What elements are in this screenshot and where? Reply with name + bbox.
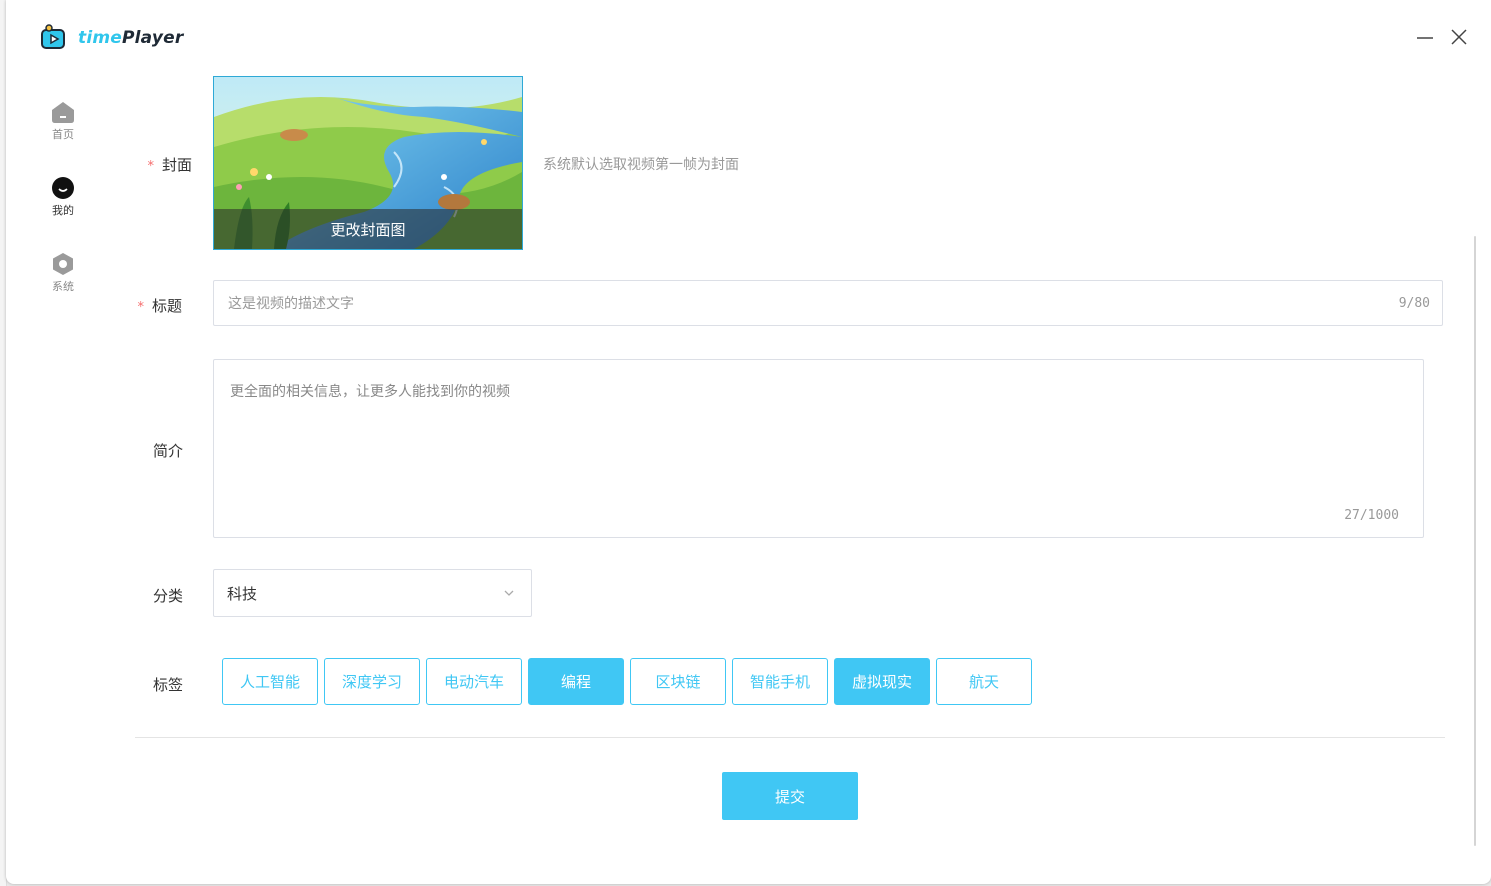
tag-button[interactable]: 区块链 bbox=[630, 658, 726, 705]
sidebar-item-system[interactable]: 系统 bbox=[6, 252, 120, 294]
change-cover-button[interactable]: 更改封面图 bbox=[214, 209, 522, 249]
scrollbar[interactable] bbox=[1474, 236, 1476, 846]
description-value: 更全面的相关信息，让更多人能找到你的视频 bbox=[230, 384, 510, 400]
category-label: 分类 bbox=[152, 587, 183, 605]
tag-button[interactable]: 深度学习 bbox=[324, 658, 420, 705]
cover-label: * 封面 bbox=[147, 156, 192, 174]
required-mark: * bbox=[147, 159, 154, 174]
submit-button[interactable]: 提交 bbox=[722, 772, 858, 820]
tag-button[interactable]: 人工智能 bbox=[222, 658, 318, 705]
sidebar-item-label: 我的 bbox=[52, 204, 74, 217]
app-window: timePlayer 首页 我的 系统 * 封面 更改封面图 系统默认选取视频第… bbox=[6, 0, 1491, 884]
tag-button[interactable]: 智能手机 bbox=[732, 658, 828, 705]
title-char-counter: 9/80 bbox=[1398, 295, 1430, 311]
tag-button[interactable]: 电动汽车 bbox=[426, 658, 522, 705]
tag-button-selected[interactable]: 虚拟现实 bbox=[834, 658, 930, 705]
title-input[interactable]: 这是视频的描述文字 9/80 bbox=[213, 280, 1443, 326]
category-select-value: 科技 bbox=[227, 584, 258, 603]
title-label: * 标题 bbox=[137, 297, 182, 315]
required-mark: * bbox=[137, 300, 144, 315]
tag-button-selected[interactable]: 编程 bbox=[528, 658, 624, 705]
category-select[interactable]: 科技 bbox=[213, 569, 532, 617]
sidebar: 首页 我的 系统 bbox=[6, 100, 120, 328]
description-label: 简介 bbox=[152, 442, 183, 460]
app-name: timePlayer bbox=[78, 28, 184, 48]
sidebar-item-mine[interactable]: 我的 bbox=[6, 176, 120, 218]
form-divider bbox=[135, 737, 1445, 738]
home-icon bbox=[52, 102, 74, 123]
cover-image-picker[interactable]: 更改封面图 bbox=[213, 76, 523, 250]
user-face-icon bbox=[52, 177, 74, 199]
window-controls bbox=[1415, 26, 1469, 48]
settings-hexagon-icon bbox=[53, 253, 73, 275]
cover-hint: 系统默认选取视频第一帧为封面 bbox=[543, 157, 739, 173]
close-icon[interactable] bbox=[1449, 26, 1469, 48]
chevron-down-icon bbox=[504, 590, 514, 596]
tag-button[interactable]: 航天 bbox=[936, 658, 1032, 705]
minimize-icon[interactable] bbox=[1415, 26, 1435, 48]
sidebar-item-label: 系统 bbox=[52, 280, 74, 293]
title-input-value: 这是视频的描述文字 bbox=[228, 296, 354, 312]
tags-label: 标签 bbox=[152, 676, 183, 694]
sidebar-item-home[interactable]: 首页 bbox=[6, 100, 120, 142]
sidebar-item-label: 首页 bbox=[52, 128, 74, 141]
logo-icon bbox=[41, 24, 65, 49]
description-char-counter: 27/1000 bbox=[1344, 508, 1399, 523]
tag-list: 人工智能 深度学习 电动汽车 编程 区块链 智能手机 虚拟现实 航天 bbox=[222, 658, 1032, 705]
app-logo: timePlayer bbox=[40, 24, 183, 52]
description-textarea[interactable]: 更全面的相关信息，让更多人能找到你的视频 27/1000 bbox=[213, 359, 1424, 538]
